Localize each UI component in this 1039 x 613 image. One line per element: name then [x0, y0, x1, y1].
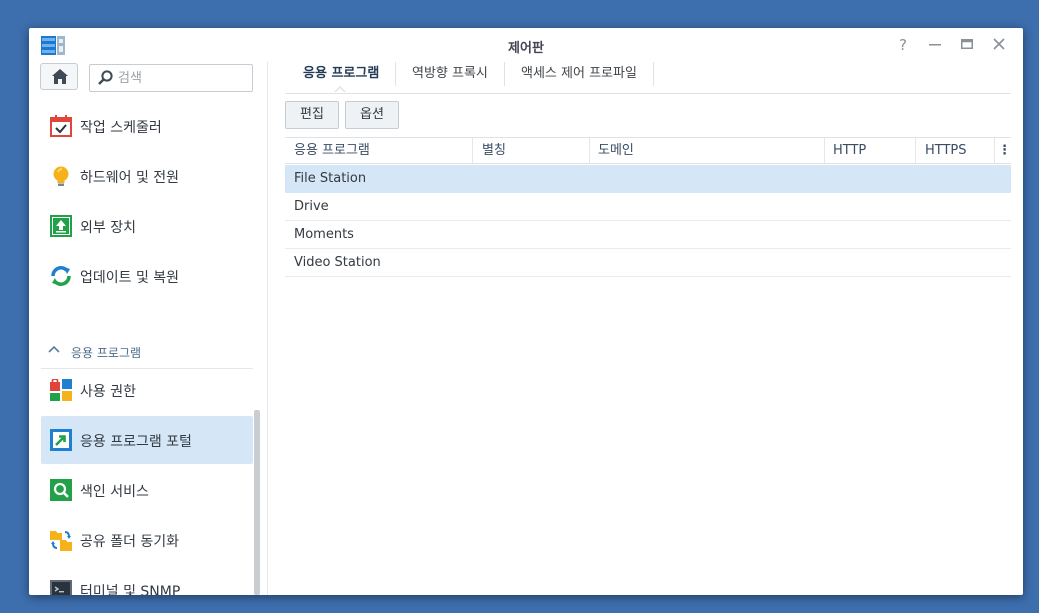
help-icon: ? [899, 36, 907, 54]
column-menu-icon[interactable]: ⋮ [998, 138, 1011, 163]
sidebar-item-label: 응용 프로그램 포털 [80, 434, 192, 450]
calendar-check-icon [50, 115, 72, 137]
shared-folder-sync-icon [50, 531, 72, 551]
close-icon [993, 38, 1005, 50]
maximize-icon [961, 39, 973, 49]
column-header-application[interactable]: 응용 프로그램 [294, 138, 370, 163]
sidebar-item-label: 하드웨어 및 전원 [80, 170, 180, 186]
update-restore-icon [51, 266, 71, 286]
sidebar-item-task-scheduler[interactable]: 작업 스케줄러 [41, 102, 253, 150]
sidebar-divider [267, 62, 268, 595]
sidebar-item-external-devices[interactable]: 외부 장치 [41, 202, 253, 250]
app-privileges-icon [50, 379, 72, 401]
table-header: 응용 프로그램 별칭 도메인 HTTP HTTPS ⋮ [285, 137, 1011, 164]
help-button[interactable]: ? [891, 35, 915, 55]
tab-separator [504, 62, 505, 86]
sidebar-item-label: 외부 장치 [80, 220, 136, 236]
terminal-icon [50, 580, 72, 595]
sidebar-item-label: 터미널 및 SNMP [80, 584, 181, 595]
search-input[interactable] [118, 68, 246, 88]
cell-application: Video Station [294, 255, 381, 270]
section-label: 응용 프로그램 [71, 346, 142, 360]
sidebar-item-update-restore[interactable]: 업데이트 및 복원 [41, 252, 253, 300]
table-row[interactable]: Moments [285, 221, 1011, 249]
sidebar-item-terminal-snmp[interactable]: 터미널 및 SNMP [41, 566, 253, 595]
table-row[interactable]: File Station [285, 165, 1011, 193]
home-button[interactable] [40, 63, 78, 90]
sidebar-item-label: 업데이트 및 복원 [80, 270, 180, 286]
column-separator[interactable] [994, 138, 995, 163]
column-separator[interactable] [915, 138, 916, 163]
tab-separator [395, 62, 396, 86]
cell-application: Moments [294, 227, 354, 242]
table-row[interactable]: Drive [285, 193, 1011, 221]
close-button[interactable] [987, 35, 1011, 55]
minimize-button[interactable] [923, 35, 947, 55]
title-bar[interactable]: 제어판 ? [29, 28, 1023, 62]
sidebar-item-label: 색인 서비스 [80, 484, 149, 500]
home-icon [52, 69, 68, 84]
cell-application: File Station [294, 171, 367, 186]
minimize-icon [929, 44, 941, 46]
external-device-icon [50, 215, 72, 237]
sidebar-item-hardware-power[interactable]: 하드웨어 및 전원 [41, 152, 253, 200]
maximize-button[interactable] [955, 35, 979, 55]
tab-access-control-profile[interactable]: 액세스 제어 프로파일 [521, 62, 637, 93]
search-icon [98, 70, 113, 85]
tab-bar: 응용 프로그램 역방향 프록시 액세스 제어 프로파일 [285, 62, 1011, 94]
app-portal-icon [50, 429, 72, 451]
sidebar-item-indexing-service[interactable]: 색인 서비스 [41, 466, 253, 514]
column-separator[interactable] [589, 138, 590, 163]
sidebar-item-privileges[interactable]: 사용 권한 [41, 366, 253, 414]
column-header-domain[interactable]: 도메인 [598, 138, 634, 163]
sidebar: 작업 스케줄러 하드웨어 및 전원 외부 장치 [29, 62, 267, 595]
tab-separator [653, 62, 654, 86]
edit-button[interactable]: 편집 [285, 101, 339, 129]
sidebar-item-application-portal[interactable]: 응용 프로그램 포털 [41, 416, 253, 464]
sidebar-item-label: 사용 권한 [80, 384, 136, 400]
window-title: 제어판 [508, 41, 544, 56]
column-header-https[interactable]: HTTPS [925, 138, 967, 163]
chevron-up-icon [48, 345, 60, 353]
sidebar-scrollbar[interactable] [254, 410, 260, 595]
section-header-applications[interactable]: 응용 프로그램 [41, 338, 253, 369]
sidebar-item-shared-folder-sync[interactable]: 공유 폴더 동기화 [41, 516, 253, 564]
search-box[interactable] [89, 64, 253, 92]
column-header-alias[interactable]: 별칭 [482, 138, 506, 163]
column-header-http[interactable]: HTTP [833, 138, 866, 163]
tab-reverse-proxy[interactable]: 역방향 프록시 [412, 62, 488, 93]
options-button[interactable]: 옵션 [345, 101, 399, 129]
column-separator[interactable] [472, 138, 473, 163]
sidebar-item-label: 공유 폴더 동기화 [80, 534, 180, 550]
indexing-service-icon [50, 479, 72, 501]
table-row[interactable]: Video Station [285, 249, 1011, 277]
control-panel-window: 제어판 ? 검색 작업 스케줄러 하드웨어 및 전원 외부 장치 업데이트 및 … [29, 28, 1023, 595]
cell-application: Drive [294, 199, 329, 214]
lightbulb-icon [53, 166, 69, 186]
sidebar-item-label: 작업 스케줄러 [80, 120, 162, 136]
active-tab-indicator-inner [335, 88, 345, 93]
column-separator[interactable] [824, 138, 825, 163]
